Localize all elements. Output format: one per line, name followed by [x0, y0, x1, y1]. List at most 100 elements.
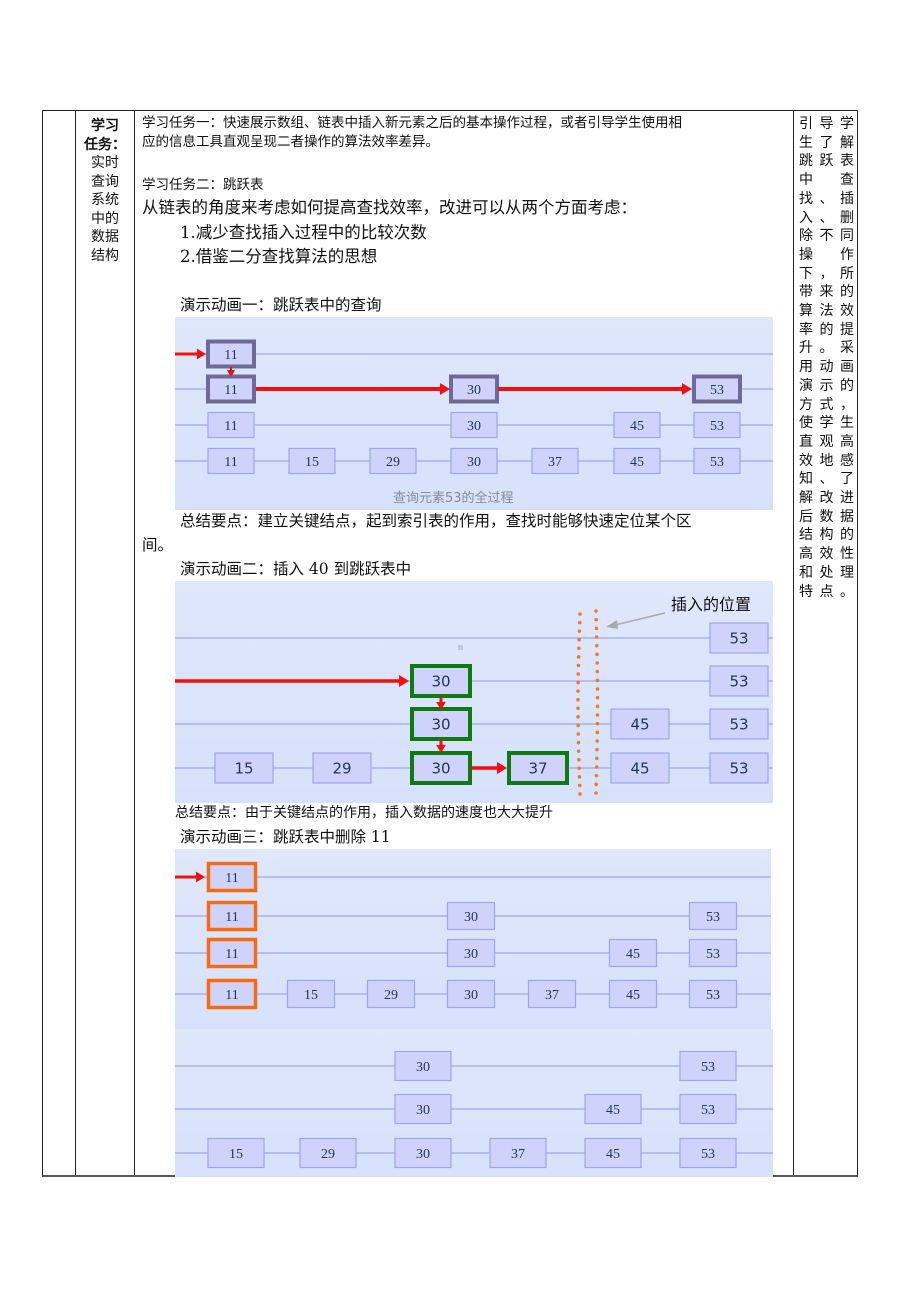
- node-value: 53: [701, 1147, 715, 1162]
- note-line: 除不同: [799, 228, 854, 245]
- insert-position-dots: [595, 669, 600, 674]
- node-value: 45: [630, 759, 649, 777]
- insert-position-dots: [576, 680, 580, 685]
- task-heading-line: 学习: [91, 118, 119, 134]
- node-value: 15: [229, 1147, 243, 1162]
- node-value: 30: [431, 715, 450, 733]
- node-value: 53: [710, 455, 724, 470]
- insert-position-dots: [576, 672, 581, 676]
- insert-position-dots: [577, 757, 581, 762]
- arrow-head: [440, 383, 450, 395]
- node-value: 45: [626, 988, 640, 1003]
- insert-position-dots: [576, 715, 580, 719]
- demo2-diagram: 53 30 53 30 45 53 15 29 30 37 45 53 插入的位置: [175, 581, 773, 803]
- node-value: 11: [225, 910, 238, 925]
- note-line: 带来的: [799, 284, 854, 301]
- node-value: 11: [224, 383, 237, 398]
- insert-position-dots: [594, 773, 599, 778]
- node-value: 29: [332, 759, 351, 777]
- demo2-title: 演示动画二：插入 40 到跳跃表中: [180, 560, 412, 578]
- node-value: 53: [710, 419, 724, 434]
- insert-position-dots: [595, 661, 599, 665]
- node-value: 53: [706, 910, 720, 925]
- node-value: 37: [511, 1147, 525, 1162]
- arrow-head: [682, 383, 692, 395]
- insert-position-dots: [576, 706, 580, 711]
- insert-position-dots: [595, 643, 599, 648]
- node-value: 30: [464, 910, 478, 925]
- insert-position-dots: [576, 749, 581, 753]
- node-value: 30: [467, 383, 481, 398]
- node-value: 30: [467, 419, 481, 434]
- note-line: 结构的: [799, 527, 854, 544]
- note-line: 中 查: [799, 172, 854, 189]
- insert-position-dots: [595, 730, 600, 735]
- node-value: 30: [467, 455, 481, 470]
- arrow-head: [497, 762, 507, 774]
- note-line: 方式，: [799, 396, 854, 413]
- node-value: 53: [729, 715, 748, 733]
- node-value: 29: [321, 1147, 335, 1162]
- node-value: 37: [528, 759, 547, 777]
- note-line: 下，所: [799, 265, 854, 282]
- note-line: 入、删: [799, 209, 854, 226]
- insert-position-dots: [595, 687, 600, 691]
- demo1-skiplist-svg: 11 11 30 53 11 30 45 53 11 15 29 30 37 45 53: [175, 339, 773, 475]
- point-2: 2.借鉴二分查找算法的思想: [180, 247, 378, 266]
- insert-position-dots: [594, 617, 599, 622]
- node-value: 53: [710, 383, 724, 398]
- insert-position-dots: [576, 740, 581, 745]
- arrow-head: [399, 675, 409, 687]
- insert-position-dots: [595, 678, 600, 683]
- node-value: 37: [548, 455, 562, 470]
- node-value: 11: [225, 871, 238, 886]
- node-value: 11: [224, 419, 237, 434]
- insert-position-dots: [594, 609, 598, 613]
- node-value: 53: [701, 1060, 715, 1075]
- insert-position-dots: [576, 689, 580, 693]
- task-heading-line: 任务：: [84, 136, 126, 153]
- note-line: 解改进: [799, 490, 854, 507]
- demo3-title: 演示动画三：跳跃表中删除 11: [180, 828, 391, 846]
- note-line: 算法效: [799, 303, 854, 320]
- insert-position-dots: [577, 783, 582, 788]
- subject-line: 系统: [91, 192, 119, 208]
- task1-text-cont: 应的信息工具直观呈现二者操作的算法效率差异。: [142, 134, 439, 150]
- subject-line: 数据: [91, 229, 119, 245]
- node-value: 53: [706, 947, 720, 962]
- subject-line: 中的: [91, 210, 119, 227]
- demo1-caption: 查询元素53的全过程: [393, 491, 514, 506]
- note-line: 知、了: [799, 471, 854, 488]
- note-line: 找、插: [799, 190, 854, 207]
- insert-position-label: 插入的位置: [671, 595, 752, 614]
- node-value: 15: [304, 988, 318, 1003]
- node-value: 29: [384, 988, 398, 1003]
- arrow-head: [197, 348, 206, 360]
- insert-position-dots: [578, 792, 582, 796]
- annotation-arrow-head: [606, 620, 618, 629]
- insert-position-dots: [577, 766, 581, 771]
- insert-position-dots: [595, 652, 599, 657]
- node-value: 37: [545, 988, 559, 1003]
- note-line: 升。采: [799, 340, 854, 357]
- insert-position-dots: [595, 704, 600, 709]
- insert-position-dots: [594, 765, 599, 769]
- insert-position-dots: [594, 626, 599, 631]
- insert-position-dots: [594, 791, 598, 795]
- node-value: 11: [225, 947, 238, 962]
- note-line: 生了解: [799, 134, 854, 151]
- insert-position-dots: [595, 756, 599, 761]
- demo3-after-svg: 30 53 30 45 53 15 29 30 37 45 53: [175, 1050, 773, 1169]
- note-line: 使学生: [799, 415, 854, 432]
- insert-position-dots: [594, 635, 599, 639]
- demo1-summary-cont: 间。: [142, 536, 174, 554]
- demo3-before-diagram: 11 11 30 53 11 30 45 53 11 15 29 30 37 45 53: [175, 849, 771, 1029]
- node-value: 53: [729, 759, 748, 777]
- note-line: 引导学: [799, 116, 854, 132]
- node-value: 30: [416, 1147, 430, 1162]
- node-value: 30: [431, 759, 450, 777]
- insert-position-dots: [595, 713, 600, 717]
- insert-position-dots: [595, 721, 600, 726]
- insert-position-dots: [576, 655, 581, 659]
- note-line: 直观高: [799, 433, 854, 450]
